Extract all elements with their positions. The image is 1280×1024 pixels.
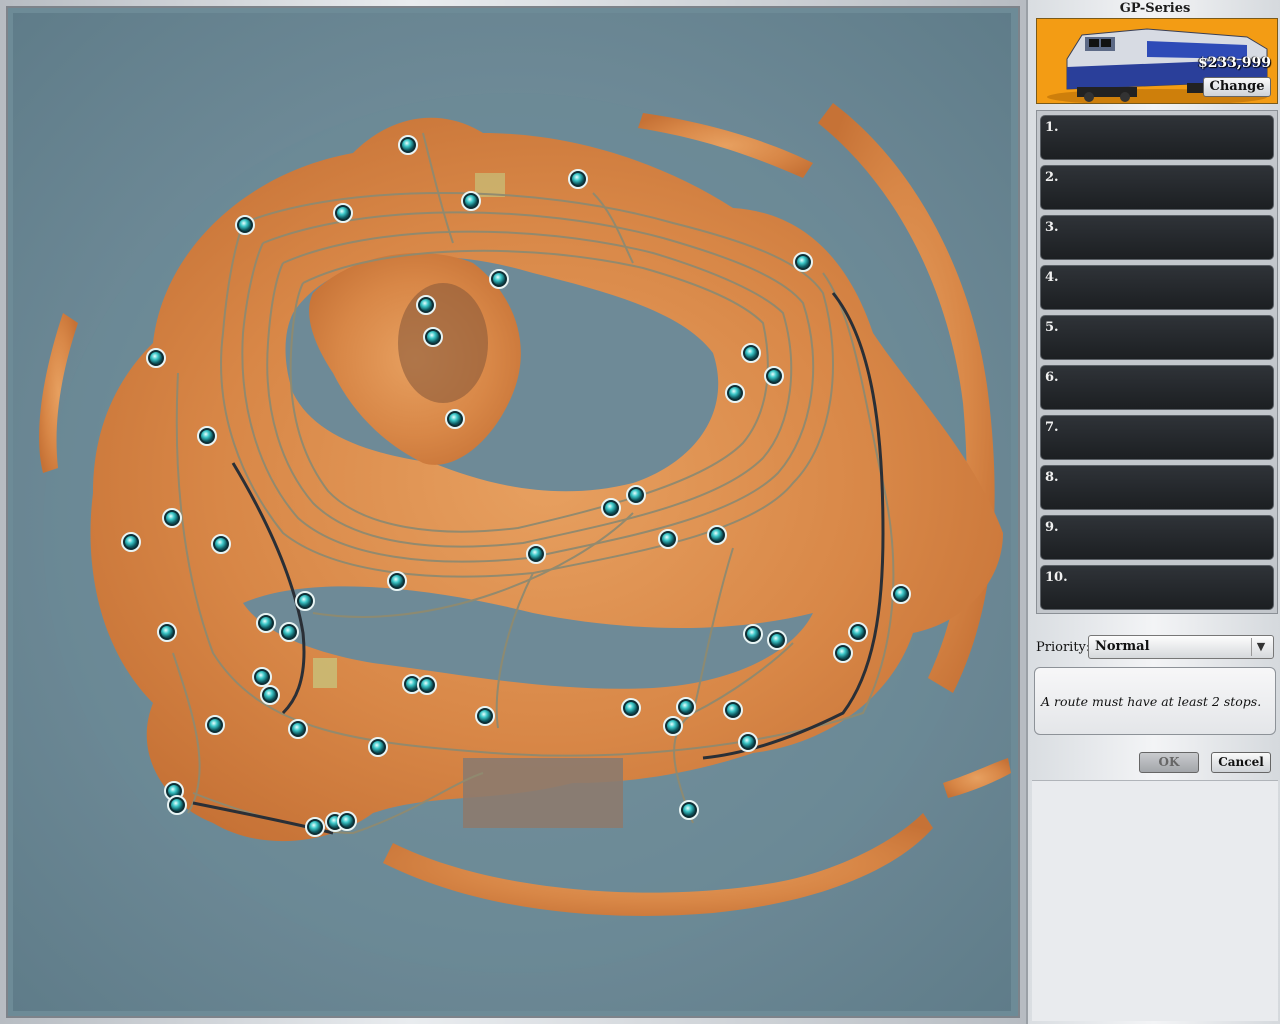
route-stop-slot[interactable]: 2. xyxy=(1040,165,1274,210)
locomotive-name: GP-Series xyxy=(1119,1,1191,16)
station-marker-core xyxy=(662,533,674,545)
station-marker-core xyxy=(572,173,584,185)
locomotive-card: $233,999 Change xyxy=(1036,18,1278,104)
route-stop-list: 1. 2. 3. 4. 5. 6. 7. 8. 9. 10. xyxy=(1036,110,1278,614)
station-marker-core xyxy=(256,671,268,683)
station-marker-core xyxy=(283,626,295,638)
station-marker-core xyxy=(239,219,251,231)
station-marker-core xyxy=(895,588,907,600)
station-marker-core xyxy=(402,139,414,151)
station-marker-core xyxy=(427,331,439,343)
station-marker-core xyxy=(768,370,780,382)
chevron-down-icon[interactable]: ▼ xyxy=(1251,638,1270,656)
route-stop-slot[interactable]: 5. xyxy=(1040,315,1274,360)
change-locomotive-button[interactable]: Change xyxy=(1203,77,1271,97)
station-marker-core xyxy=(292,723,304,735)
stop-number: 5. xyxy=(1045,320,1059,335)
station-marker-core xyxy=(771,634,783,646)
central-mountain xyxy=(398,283,488,403)
station-marker-core xyxy=(493,273,505,285)
station-marker-core xyxy=(201,430,213,442)
station-marker-core xyxy=(166,512,178,524)
station-marker-core xyxy=(391,575,403,587)
route-stop-slot[interactable]: 10. xyxy=(1040,565,1274,610)
station-marker-core xyxy=(680,701,692,713)
stop-number: 4. xyxy=(1045,270,1059,285)
station-marker-core xyxy=(209,719,221,731)
route-message: A route must have at least 2 stops. xyxy=(1041,694,1262,709)
station-marker-core xyxy=(797,256,809,268)
ok-button[interactable]: OK xyxy=(1139,752,1199,773)
station-marker-core xyxy=(479,710,491,722)
route-stop-slot[interactable]: 4. xyxy=(1040,265,1274,310)
field-plot xyxy=(313,658,337,688)
station-marker-core xyxy=(264,689,276,701)
station-marker-core xyxy=(465,195,477,207)
station-marker-core xyxy=(299,595,311,607)
station-marker-core xyxy=(309,821,321,833)
priority-dropdown[interactable]: Normal ▼ xyxy=(1088,635,1274,659)
station-marker-core xyxy=(605,502,617,514)
route-stop-slot[interactable]: 3. xyxy=(1040,215,1274,260)
islet-southeast xyxy=(943,758,1011,798)
route-stop-slot[interactable]: 9. xyxy=(1040,515,1274,560)
station-marker-core xyxy=(747,628,759,640)
stop-number: 2. xyxy=(1045,170,1059,185)
station-marker-core xyxy=(161,626,173,638)
stop-number: 8. xyxy=(1045,470,1059,485)
cancel-button[interactable]: Cancel xyxy=(1211,752,1271,773)
station-marker-core xyxy=(421,679,433,691)
station-marker-core xyxy=(341,815,353,827)
station-marker-core xyxy=(837,647,849,659)
route-stop-slot[interactable]: 8. xyxy=(1040,465,1274,510)
station-marker-core xyxy=(420,299,432,311)
station-marker-core xyxy=(727,704,739,716)
stop-number: 1. xyxy=(1045,120,1059,135)
message-box: A route must have at least 2 stops. xyxy=(1034,667,1276,735)
station-marker-core xyxy=(683,804,695,816)
route-stop-slot[interactable]: 1. xyxy=(1040,115,1274,160)
station-marker-core xyxy=(150,352,162,364)
route-panel: GP-Series $233,999 Change 1. 2. 3. 4. 5. 6. 7.… xyxy=(1026,0,1280,1024)
stop-number: 7. xyxy=(1045,420,1059,435)
station-marker-core xyxy=(171,799,183,811)
stop-number: 3. xyxy=(1045,220,1059,235)
map-terrain xyxy=(39,93,1011,973)
priority-label: Priority: xyxy=(1036,640,1091,655)
station-marker-core xyxy=(125,536,137,548)
station-marker-core xyxy=(742,736,754,748)
rail-yard-town xyxy=(463,758,623,828)
station-marker-core xyxy=(530,548,542,560)
map-frame xyxy=(0,0,1026,1024)
station-marker-core xyxy=(625,702,637,714)
route-stop-slot[interactable]: 7. xyxy=(1040,415,1274,460)
station-marker-core xyxy=(630,489,642,501)
stop-number: 9. xyxy=(1045,520,1059,535)
station-marker-core xyxy=(260,617,272,629)
overview-map[interactable] xyxy=(13,13,1011,1011)
priority-value: Normal xyxy=(1095,639,1150,654)
station-marker-core xyxy=(729,387,741,399)
station-marker-core xyxy=(745,347,757,359)
panel-empty-area xyxy=(1032,780,1278,1021)
station-marker-core xyxy=(852,626,864,638)
station-marker-core xyxy=(215,538,227,550)
station-marker-core xyxy=(406,678,418,690)
stop-number: 6. xyxy=(1045,370,1059,385)
route-stop-slot[interactable]: 6. xyxy=(1040,365,1274,410)
station-marker-core xyxy=(449,413,461,425)
locomotive-price: $233,999 xyxy=(1197,55,1271,71)
station-marker-core xyxy=(337,207,349,219)
station-marker-core xyxy=(372,741,384,753)
stop-number: 10. xyxy=(1045,570,1068,585)
station-marker-core xyxy=(667,720,679,732)
station-marker-core xyxy=(711,529,723,541)
